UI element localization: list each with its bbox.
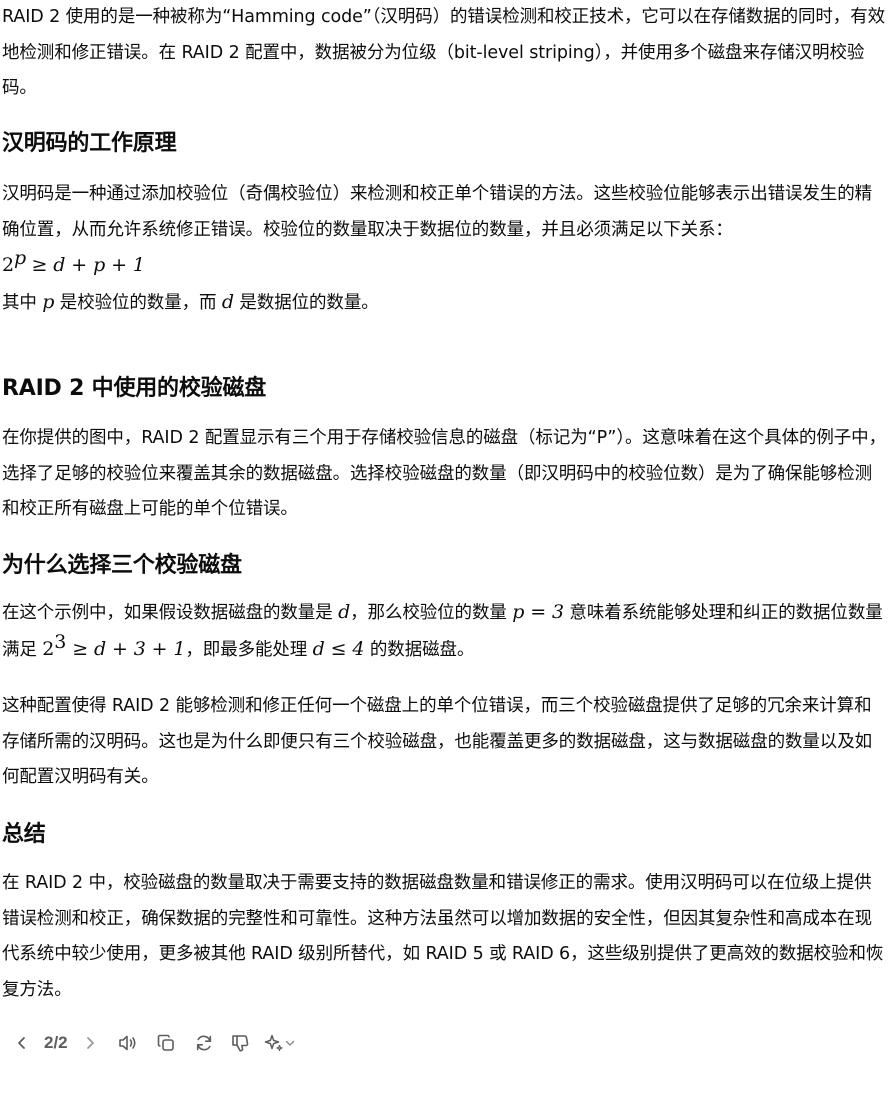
copy-icon bbox=[156, 1033, 176, 1053]
intro-paragraph: RAID 2 使用的是一种被称为“Hamming code”（汉明码）的错误检测… bbox=[2, 7, 886, 98]
summary-paragraph: 在 RAID 2 中，校验磁盘的数量取决于需要支持的数据磁盘数量和错误修正的需求… bbox=[2, 873, 884, 1000]
why-three-paragraph: 在这个示例中，如果假设数据磁盘的数量是 d，那么校验位的数量 p = 3 意味着… bbox=[2, 595, 888, 668]
thumbs-down-icon bbox=[230, 1033, 250, 1053]
redundancy-paragraph: 这种配置使得 RAID 2 能够检测和修正任何一个磁盘上的单个位错误，而三个校验… bbox=[2, 696, 872, 787]
note-var-p: p bbox=[42, 290, 55, 313]
chevron-right-icon bbox=[82, 1035, 98, 1051]
next-response-button[interactable] bbox=[74, 1027, 106, 1059]
chevron-down-icon bbox=[284, 1037, 296, 1049]
note-text-a: 其中 bbox=[2, 292, 43, 313]
why-exp-3: 3 bbox=[54, 630, 67, 653]
model-switch-button[interactable] bbox=[260, 1027, 300, 1059]
why-inequality: ≥ d + 3 + 1 bbox=[66, 637, 186, 660]
copy-button[interactable] bbox=[150, 1027, 182, 1059]
regenerate-icon bbox=[194, 1033, 214, 1053]
formula-exponent: p bbox=[14, 247, 27, 270]
sparkle-icon bbox=[264, 1033, 284, 1053]
why-text-2: ，那么校验位的数量 bbox=[350, 603, 513, 623]
formula-note: 其中 p 是校验位的数量，而 d 是数据位的数量。 bbox=[2, 285, 888, 322]
note-text-c: 是数据位的数量。 bbox=[233, 292, 379, 313]
section-hamming-body: 汉明码是一种通过添加校验位（奇偶校验位）来检测和校正单个错误的方法。这些校验位能… bbox=[2, 177, 888, 321]
formula-line: 2p ≥ d + p + 1 bbox=[2, 248, 888, 285]
why-text-4: ，即最多能处理 bbox=[185, 639, 313, 660]
why-text-1: 在这个示例中，如果假设数据磁盘的数量是 bbox=[2, 603, 339, 623]
why-d-le-4: d ≤ 4 bbox=[312, 637, 365, 660]
chat-message: RAID 2 使用的是一种被称为“Hamming code”（汉明码）的错误检测… bbox=[0, 0, 891, 1109]
speaker-icon bbox=[117, 1033, 139, 1053]
parity-disks-paragraph: 在你提供的图中，RAID 2 配置显示有三个用于存储校验信息的磁盘（标记为“P”… bbox=[2, 428, 886, 519]
prev-response-button[interactable] bbox=[6, 1027, 38, 1059]
section-heading-hamming: 汉明码的工作原理 bbox=[2, 131, 177, 156]
why-p-equals-3: p = 3 bbox=[512, 601, 564, 623]
regenerate-button[interactable] bbox=[188, 1027, 220, 1059]
why-var-d: d bbox=[338, 601, 351, 623]
note-var-d: d bbox=[221, 290, 234, 313]
dislike-button[interactable] bbox=[224, 1027, 256, 1059]
chevron-left-icon bbox=[14, 1035, 30, 1051]
why-text-5: 的数据磁盘。 bbox=[364, 639, 475, 660]
formula-base: 2 bbox=[2, 254, 14, 276]
note-text-b: 是校验位的数量，而 bbox=[54, 292, 222, 313]
section-heading-parity-disks: RAID 2 中使用的校验磁盘 bbox=[2, 376, 267, 401]
section-heading-why-three: 为什么选择三个校验磁盘 bbox=[2, 553, 242, 578]
section-heading-summary: 总结 bbox=[2, 822, 46, 847]
why-base-2: 2 bbox=[42, 637, 55, 660]
hamming-paragraph: 汉明码是一种通过添加校验位（奇偶校验位）来检测和校正单个错误的方法。这些校验位能… bbox=[2, 184, 872, 240]
message-action-toolbar: 2/2 bbox=[6, 1027, 300, 1059]
response-counter: 2/2 bbox=[44, 1033, 68, 1052]
formula-rest: ≥ d + p + 1 bbox=[31, 254, 145, 276]
read-aloud-button[interactable] bbox=[112, 1027, 144, 1059]
